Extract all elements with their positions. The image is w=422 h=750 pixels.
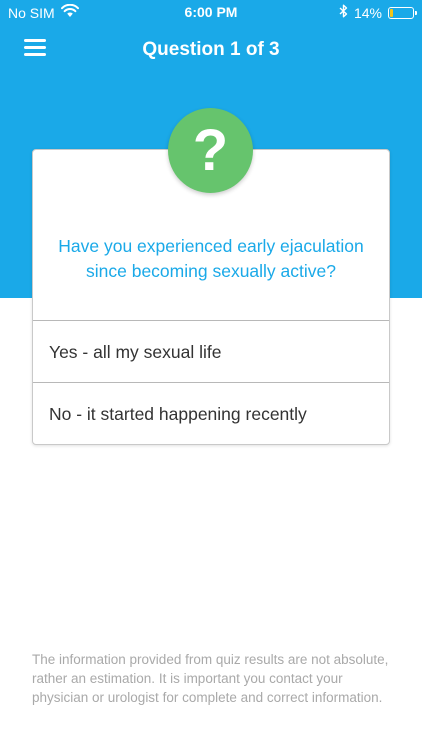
bluetooth-icon xyxy=(339,4,348,21)
answer-label: No - it started happening recently xyxy=(49,404,307,424)
question-card: Have you experienced early ejaculation s… xyxy=(32,149,390,445)
answer-option-no[interactable]: No - it started happening recently xyxy=(33,382,389,444)
answer-label: Yes - all my sexual life xyxy=(49,342,222,362)
battery-icon xyxy=(388,6,417,19)
status-right: 14% xyxy=(339,4,417,21)
disclaimer-text: The information provided from quiz resul… xyxy=(32,652,389,705)
question-text: Have you experienced early ejaculation s… xyxy=(58,236,364,281)
nav-bar: Question 1 of 3 xyxy=(0,26,422,72)
question-mark-symbol: ? xyxy=(192,117,229,183)
question-mark-icon: ? xyxy=(168,108,253,193)
battery-level xyxy=(390,8,393,17)
battery-percent: 14% xyxy=(353,4,382,21)
page-title: Question 1 of 3 xyxy=(142,39,280,60)
answer-option-yes[interactable]: Yes - all my sexual life xyxy=(33,320,389,382)
status-bar: No SIM 6:00 PM 14% xyxy=(0,0,422,26)
